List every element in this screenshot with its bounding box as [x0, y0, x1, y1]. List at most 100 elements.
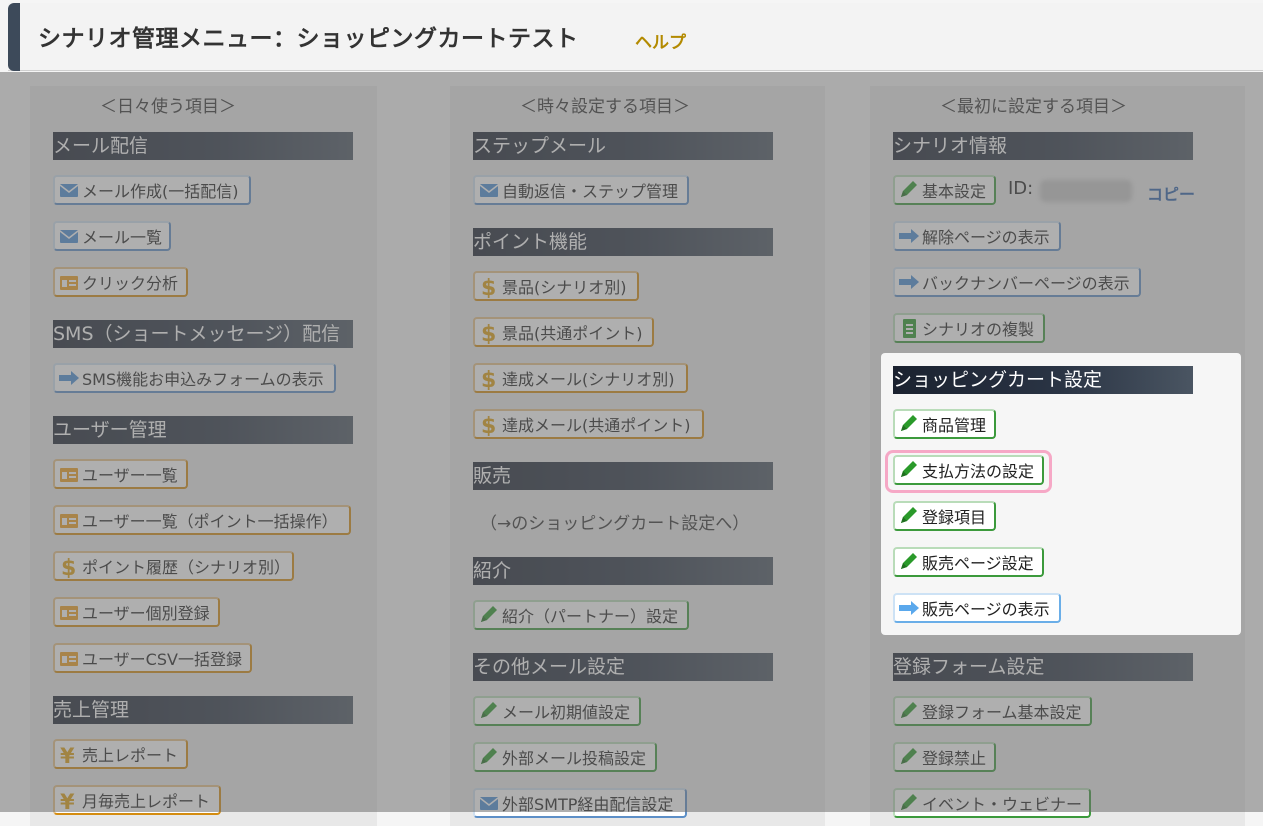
pencil-icon [478, 747, 500, 767]
column-caption-daily: ＜日々使う項目＞ [100, 97, 236, 117]
user-list-points-button[interactable]: ユーザー一覧（ポイント一括操作） [53, 505, 351, 535]
click-analysis-label: クリック分析 [82, 274, 179, 293]
point-history-button[interactable]: $ ポイント履歴（シナリオ別） [53, 551, 294, 581]
external-smtp-button[interactable]: 外部SMTP経由配信設定 [473, 788, 687, 818]
sales-page-view-label: 販売ページの表示 [922, 600, 1050, 619]
pencil-icon [898, 506, 920, 526]
prize-common-label: 景品(共通ポイント) [502, 324, 643, 343]
section-referral: 紹介 [473, 557, 773, 585]
page-header: シナリオ管理メニュー：ショッピングカートテスト ヘルプ [8, 3, 1263, 71]
basic-settings-button[interactable]: 基本設定 [893, 175, 996, 205]
scenario-id-value-redacted [1040, 180, 1132, 202]
mail-create-button[interactable]: メール作成(一括配信) [53, 175, 251, 205]
pencil-icon [898, 180, 920, 200]
svg-text:$: $ [481, 322, 496, 344]
external-mail-post-button[interactable]: 外部メール投稿設定 [473, 742, 657, 772]
register-block-button[interactable]: 登録禁止 [893, 742, 996, 772]
column-caption-first: ＜最初に設定する項目＞ [940, 97, 1127, 117]
sales-report-label: 売上レポート [82, 746, 179, 765]
user-list-button[interactable]: ユーザー一覧 [53, 459, 188, 489]
product-management-label: 商品管理 [922, 416, 987, 435]
section-shopping-cart: ショッピングカート設定 [893, 366, 1193, 394]
help-link[interactable]: ヘルプ [635, 28, 686, 53]
sales-page-settings-label: 販売ページ設定 [922, 554, 1034, 573]
id-card-icon [58, 464, 80, 484]
payment-method-button[interactable]: 支払方法の設定 [893, 455, 1044, 485]
register-form-basic-button[interactable]: 登録フォーム基本設定 [893, 696, 1092, 726]
dollar-icon: $ [478, 276, 500, 298]
pencil-icon [898, 701, 920, 721]
prize-scenario-button[interactable]: $ 景品(シナリオ別) [473, 271, 639, 301]
sms-signup-form-label: SMS機能お申込みフォームの表示 [82, 370, 324, 389]
event-webinar-button[interactable]: イベント・ウェビナー [893, 788, 1091, 818]
yen-icon: ¥ [58, 790, 80, 812]
duplicate-scenario-button[interactable]: シナリオの複製 [893, 313, 1045, 343]
register-items-button[interactable]: 登録項目 [893, 501, 996, 531]
achieve-mail-scenario-label: 達成メール(シナリオ別) [502, 370, 675, 389]
referral-partner-button[interactable]: 紹介（パートナー）設定 [473, 600, 689, 630]
section-other-mail: その他メール設定 [473, 653, 773, 681]
event-webinar-label: イベント・ウェビナー [922, 795, 1083, 814]
page-title: シナリオ管理メニュー：ショッピングカートテスト [38, 26, 579, 52]
unsubscribe-page-button[interactable]: 解除ページの表示 [893, 221, 1061, 251]
duplicate-scenario-label: シナリオの複製 [922, 320, 1035, 339]
svg-text:$: $ [481, 414, 496, 436]
arrow-right-icon [58, 368, 80, 388]
mail-list-label: メール一覧 [82, 228, 163, 247]
sell-note: （→のショッピングカート設定へ） [480, 514, 750, 534]
register-items-label: 登録項目 [922, 508, 987, 527]
pencil-icon [898, 552, 920, 572]
mail-default-button[interactable]: メール初期値設定 [473, 696, 641, 726]
achieve-mail-common-button[interactable]: $ 達成メール(共通ポイント) [473, 409, 704, 439]
monthly-sales-report-button[interactable]: ¥ 月毎売上レポート [53, 785, 221, 815]
section-scenario-info: シナリオ情報 [893, 132, 1193, 160]
sms-signup-form-button[interactable]: SMS機能お申込みフォームの表示 [53, 363, 336, 393]
click-analysis-button[interactable]: クリック分析 [53, 267, 188, 297]
envelope-icon [58, 180, 80, 200]
copy-id-link[interactable]: コピー [1147, 181, 1195, 205]
auto-reply-step-button[interactable]: 自動返信・ステップ管理 [473, 175, 689, 205]
user-list-points-label: ユーザー一覧（ポイント一括操作） [82, 512, 338, 531]
mail-create-label: メール作成(一括配信) [82, 182, 239, 201]
prize-common-button[interactable]: $ 景品(共通ポイント) [473, 317, 654, 347]
section-register-form: 登録フォーム設定 [893, 653, 1193, 681]
external-mail-post-label: 外部メール投稿設定 [502, 749, 647, 768]
user-register-button[interactable]: ユーザー個別登録 [53, 597, 220, 627]
backnumber-page-button[interactable]: バックナンバーページの表示 [893, 267, 1141, 297]
dollar-icon: $ [478, 414, 500, 436]
external-smtp-label: 外部SMTP経由配信設定 [502, 795, 674, 814]
basic-settings-label: 基本設定 [922, 182, 987, 201]
section-sell: 販売 [473, 462, 773, 490]
section-sms: SMS（ショートメッセージ）配信 [53, 320, 353, 348]
register-block-label: 登録禁止 [922, 749, 987, 768]
prize-scenario-label: 景品(シナリオ別) [502, 278, 627, 297]
product-management-button[interactable]: 商品管理 [893, 409, 996, 439]
document-icon [898, 318, 920, 338]
achieve-mail-scenario-button[interactable]: $ 達成メール(シナリオ別) [473, 363, 688, 393]
svg-text:$: $ [481, 276, 496, 298]
sales-report-button[interactable]: ¥ 売上レポート [53, 739, 188, 769]
backnumber-page-label: バックナンバーページの表示 [922, 274, 1130, 293]
section-mail: メール配信 [53, 132, 353, 160]
pencil-icon [898, 460, 920, 480]
sales-page-view-button[interactable]: 販売ページの表示 [893, 593, 1061, 623]
arrow-right-icon [898, 226, 920, 246]
mail-list-button[interactable]: メール一覧 [53, 221, 171, 251]
id-card-icon [58, 602, 80, 622]
svg-text:¥: ¥ [60, 744, 75, 766]
sales-page-settings-button[interactable]: 販売ページ設定 [893, 547, 1044, 577]
user-csv-register-button[interactable]: ユーザーCSV一括登録 [53, 643, 252, 673]
section-step-mail: ステップメール [473, 132, 773, 160]
point-history-label: ポイント履歴（シナリオ別） [82, 558, 291, 577]
pencil-icon [898, 793, 920, 813]
scenario-id-label: ID: [1008, 178, 1034, 199]
dollar-icon: $ [478, 368, 500, 390]
header-accent-bar [8, 3, 20, 71]
achieve-mail-common-label: 達成メール(共通ポイント) [502, 416, 691, 435]
envelope-icon [58, 226, 80, 246]
envelope-icon [478, 793, 500, 813]
pencil-icon [898, 747, 920, 767]
svg-text:$: $ [481, 368, 496, 390]
arrow-right-icon [898, 598, 920, 618]
id-card-icon [58, 510, 80, 530]
